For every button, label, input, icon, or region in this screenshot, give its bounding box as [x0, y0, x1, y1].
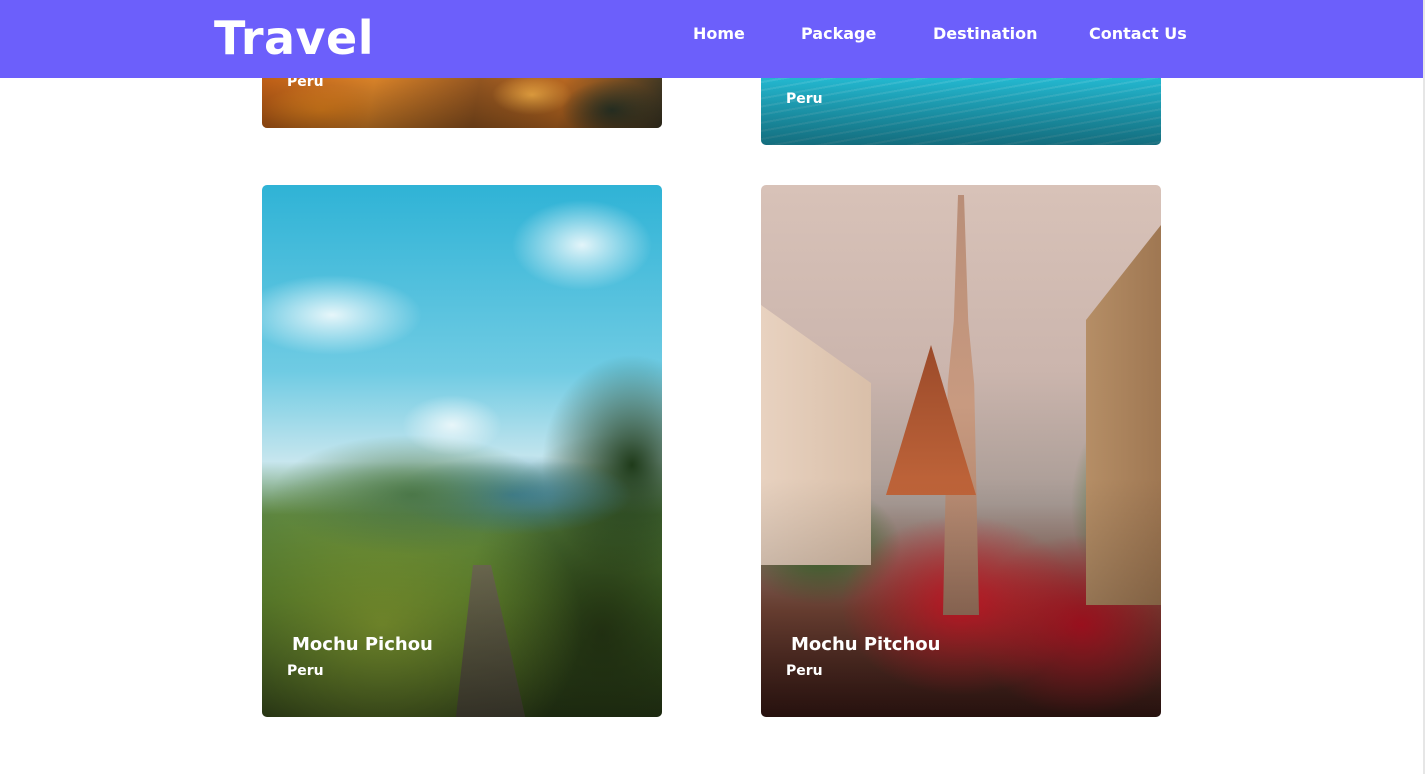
nav-package-link[interactable]: Package	[801, 24, 876, 43]
card-location: Peru	[786, 91, 823, 107]
card-title: Mochu Pitchou	[791, 634, 941, 655]
nav-home-link[interactable]: Home	[693, 24, 745, 43]
main-nav: Home Package Destination Contact Us	[0, 24, 1423, 48]
card-location: Peru	[287, 663, 324, 679]
top-navbar: Travel Home Package Destination Contact …	[0, 0, 1423, 78]
nav-destination-link[interactable]: Destination	[933, 24, 1038, 43]
destination-card[interactable]: Mochu Pichou Peru	[262, 185, 662, 717]
card-location: Peru	[786, 663, 823, 679]
image-scrim	[262, 477, 662, 717]
image-scrim	[761, 477, 1161, 717]
card-title: Mochu Pichou	[292, 634, 433, 655]
destination-card[interactable]: Mochu Pitchou Peru	[761, 185, 1161, 717]
image-scrim	[761, 79, 1161, 145]
nav-contact-link[interactable]: Contact Us	[1089, 24, 1187, 43]
